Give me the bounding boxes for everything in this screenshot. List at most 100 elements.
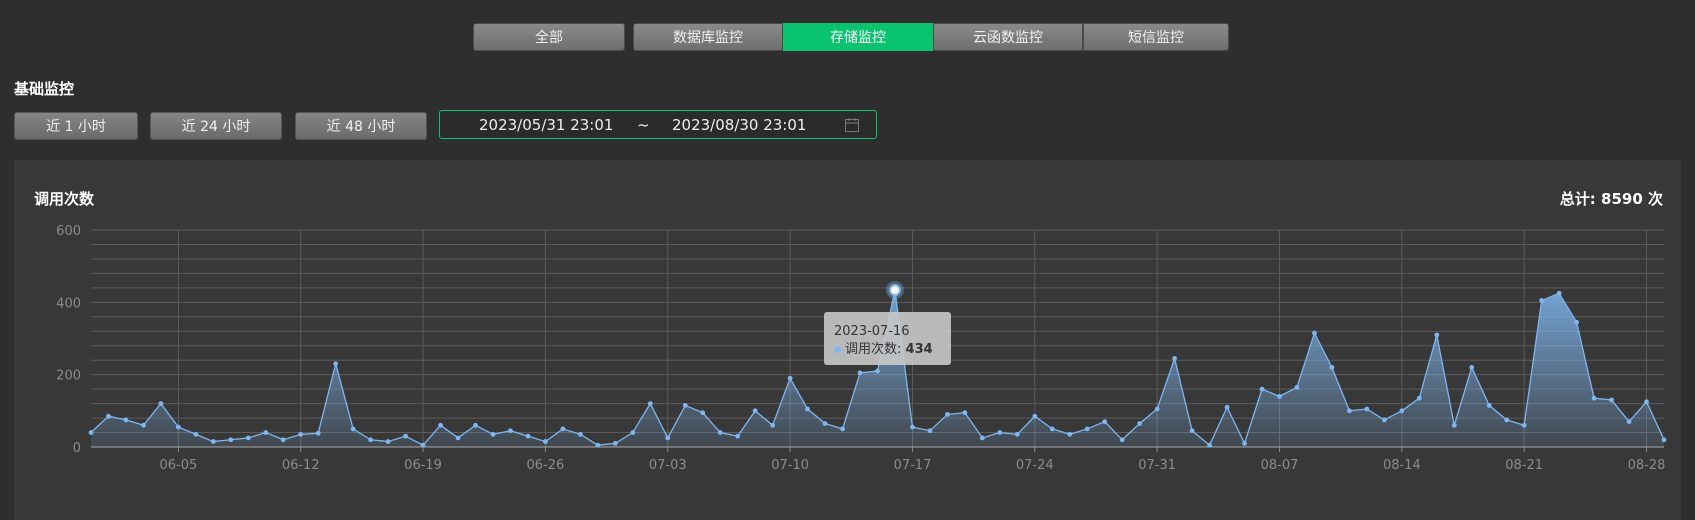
y-tick-label: 200	[56, 369, 81, 384]
data-point	[752, 408, 758, 414]
x-tick-label: 07-31	[1138, 458, 1176, 473]
data-point	[1294, 384, 1300, 390]
data-point	[1469, 365, 1475, 370]
data-point	[525, 433, 531, 439]
data-point	[141, 422, 146, 428]
data-point	[228, 437, 234, 443]
data-point	[1521, 422, 1527, 428]
data-point	[910, 424, 915, 430]
data-point	[595, 442, 601, 448]
data-point	[612, 440, 618, 446]
start-date[interactable]: 2023/05/31 23:01	[479, 116, 613, 134]
data-point	[385, 439, 391, 444]
data-point	[1451, 422, 1457, 428]
data-point	[840, 426, 845, 432]
x-tick-label: 07-03	[649, 458, 687, 473]
data-point	[1102, 419, 1108, 425]
x-tick-label: 07-10	[771, 458, 809, 473]
data-point	[350, 426, 356, 432]
section-title: 基础监控	[14, 80, 75, 98]
data-point	[403, 433, 408, 439]
tab-storage-monitor[interactable]: 存储监控	[783, 23, 933, 51]
data-point	[263, 430, 269, 435]
data-point	[1661, 437, 1667, 443]
data-point	[1504, 417, 1510, 423]
tab-cloud-function-monitor[interactable]: 云函数监控	[933, 23, 1083, 51]
highlight-point	[888, 284, 901, 297]
data-point	[1189, 428, 1195, 434]
data-point	[857, 370, 863, 376]
data-point	[717, 430, 723, 435]
end-date[interactable]: 2023/08/30 23:01	[672, 116, 806, 134]
data-point	[1574, 319, 1580, 325]
date-range-picker[interactable]: 2023/05/31 23:01 ~ 2023/08/30 23:01	[439, 110, 877, 139]
data-point	[1137, 421, 1143, 426]
data-point	[1242, 440, 1247, 446]
data-point	[1486, 403, 1492, 408]
data-point	[88, 430, 94, 435]
y-tick-label: 0	[73, 441, 81, 456]
data-point	[577, 431, 583, 437]
data-point	[158, 401, 164, 406]
y-tick-label: 400	[56, 296, 81, 311]
data-point	[315, 430, 321, 436]
data-point	[1032, 413, 1038, 419]
tab-sms-monitor[interactable]: 短信监控	[1083, 23, 1229, 51]
data-point	[473, 422, 478, 428]
range-1h-button[interactable]: 近 1 小时	[14, 112, 138, 140]
data-point	[175, 424, 181, 430]
data-point	[682, 403, 688, 408]
data-point	[1154, 406, 1160, 412]
data-point	[787, 375, 793, 381]
data-point	[298, 431, 304, 437]
data-point	[508, 428, 513, 434]
x-tick-label: 06-19	[404, 458, 442, 473]
data-point	[106, 413, 111, 419]
data-point	[1556, 290, 1562, 296]
data-point	[1067, 431, 1073, 437]
tooltip-date: 2023-07-16	[834, 324, 910, 339]
x-tick-label: 08-28	[1628, 458, 1666, 473]
data-point	[665, 435, 671, 441]
chart-tooltip: 2023-07-16 调用次数: 434	[824, 312, 951, 365]
range-48h-button[interactable]: 近 48 小时	[295, 112, 427, 140]
x-tick-label: 06-12	[282, 458, 320, 473]
data-point	[1434, 332, 1440, 338]
monitor-tabs: 全部 数据库监控 存储监控 云函数监控 短信监控	[0, 23, 1695, 51]
data-point	[770, 422, 776, 428]
range-24h-button[interactable]: 近 24 小时	[150, 112, 282, 140]
data-point	[979, 435, 985, 441]
data-point	[1172, 355, 1178, 361]
data-point	[245, 435, 251, 441]
x-tick-label: 06-26	[527, 458, 565, 473]
data-point	[630, 430, 636, 435]
data-point	[647, 401, 653, 406]
data-point	[927, 428, 933, 434]
tab-all[interactable]: 全部	[473, 23, 625, 51]
data-point	[1224, 404, 1230, 410]
data-point	[1329, 365, 1335, 370]
tab-database-monitor[interactable]: 数据库监控	[633, 23, 783, 51]
data-point	[805, 406, 810, 412]
data-point	[1644, 399, 1649, 405]
data-point	[333, 361, 339, 367]
calendar-icon[interactable]	[844, 117, 860, 133]
data-point	[1591, 395, 1597, 401]
data-point	[945, 412, 950, 417]
x-tick-label: 07-17	[894, 458, 932, 473]
x-tick-label: 08-14	[1383, 458, 1421, 473]
x-tick-label: 06-05	[159, 458, 197, 473]
data-point	[700, 410, 706, 416]
data-point	[420, 442, 426, 448]
data-point	[1399, 408, 1405, 414]
data-point	[997, 430, 1003, 435]
data-point	[280, 437, 286, 443]
data-point	[1609, 397, 1614, 403]
data-point	[193, 431, 199, 437]
data-point	[822, 421, 828, 426]
data-point	[1626, 419, 1632, 425]
data-point	[1259, 386, 1265, 392]
data-point	[1049, 426, 1055, 432]
data-point	[560, 426, 566, 432]
data-point	[455, 435, 461, 441]
